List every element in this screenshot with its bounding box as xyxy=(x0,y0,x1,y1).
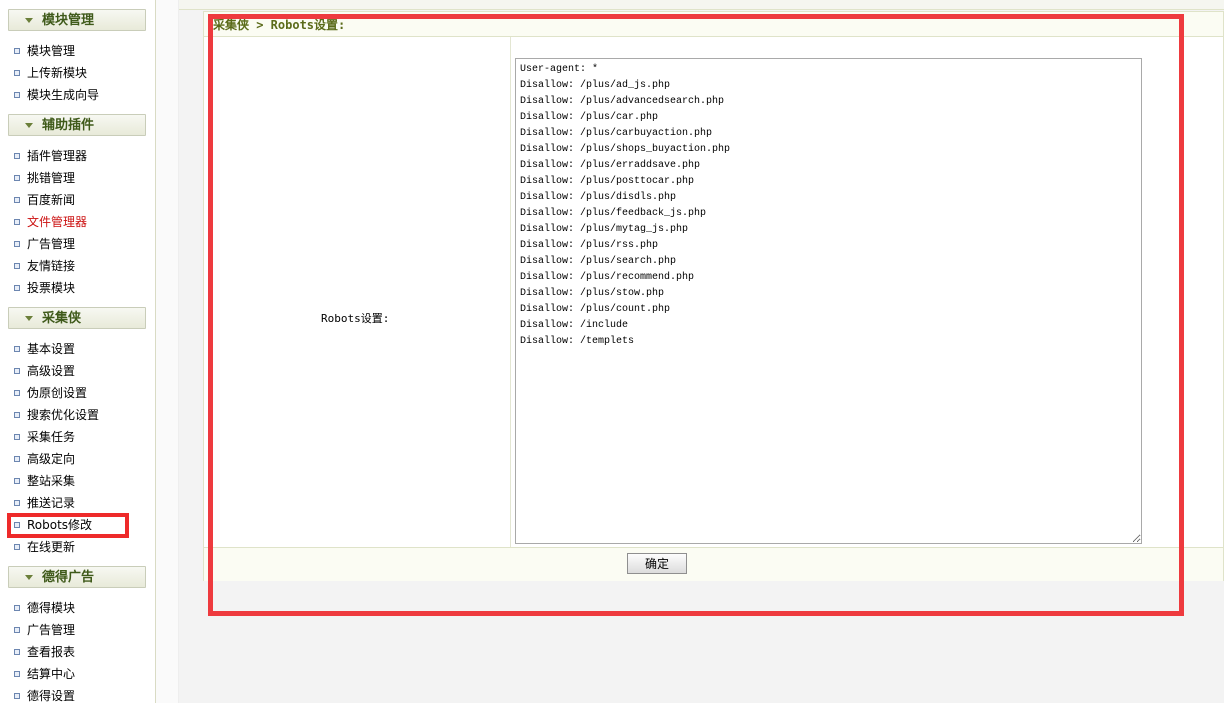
sidebar-item-view-reports[interactable]: 查看报表 xyxy=(14,643,75,661)
bullet-icon xyxy=(14,367,20,374)
bullet-icon xyxy=(14,196,20,203)
sidebar-item-plugin-manager[interactable]: 插件管理器 xyxy=(14,147,87,165)
sidebar-item-ad-management[interactable]: 广告管理 xyxy=(14,235,75,253)
bullet-icon xyxy=(14,604,20,611)
sidebar-item-upload-module[interactable]: 上传新模块 xyxy=(14,64,87,82)
bullet-icon xyxy=(14,648,20,655)
collapse-arrow-icon xyxy=(25,575,33,580)
bullet-icon xyxy=(14,543,20,550)
bullet-icon xyxy=(14,345,20,352)
section-header-dede-ads[interactable]: 德得广告 xyxy=(8,566,146,588)
bullet-icon xyxy=(14,389,20,396)
sidebar-item-vote-module[interactable]: 投票模块 xyxy=(14,279,75,297)
bullet-icon xyxy=(14,218,20,225)
sidebar: 模块管理 模块管理 上传新模块 模块生成向导 辅助插件 插件管理器 挑错管理 百… xyxy=(0,0,156,703)
sidebar-item-file-manager[interactable]: 文件管理器 xyxy=(14,213,87,231)
section-header-plugins[interactable]: 辅助插件 xyxy=(8,114,146,136)
robots-item-highlight-box xyxy=(7,513,129,538)
sidebar-item-friend-links[interactable]: 友情链接 xyxy=(14,257,75,275)
collapse-arrow-icon xyxy=(25,18,33,23)
bullet-icon xyxy=(14,499,20,506)
bullet-icon xyxy=(14,477,20,484)
bullet-icon xyxy=(14,433,20,440)
collapse-arrow-icon xyxy=(25,316,33,321)
sidebar-item-advanced-targeting[interactable]: 高级定向 xyxy=(14,450,75,468)
sidebar-item-baidu-news[interactable]: 百度新闻 xyxy=(14,191,75,209)
bullet-icon xyxy=(14,152,20,159)
bullet-icon xyxy=(14,284,20,291)
bullet-icon xyxy=(14,411,20,418)
bullet-icon xyxy=(14,692,20,699)
frame-gutter xyxy=(156,0,179,703)
sidebar-item-collect-tasks[interactable]: 采集任务 xyxy=(14,428,75,446)
sidebar-item-module-management[interactable]: 模块管理 xyxy=(14,42,75,60)
sidebar-item-settlement[interactable]: 结算中心 xyxy=(14,665,75,683)
section-title: 模块管理 xyxy=(42,13,95,28)
sidebar-item-pseudo-original[interactable]: 伪原创设置 xyxy=(14,384,87,402)
section-header-collector[interactable]: 采集侠 xyxy=(8,307,146,329)
collapse-arrow-icon xyxy=(25,123,33,128)
bullet-icon xyxy=(14,69,20,76)
bullet-icon xyxy=(14,262,20,269)
bullet-icon xyxy=(14,455,20,462)
sidebar-item-ad-management-2[interactable]: 广告管理 xyxy=(14,621,75,639)
sidebar-item-dede-module[interactable]: 德得模块 xyxy=(14,599,75,617)
sidebar-item-dede-settings[interactable]: 德得设置 xyxy=(14,687,75,705)
top-rule xyxy=(179,0,1224,10)
sidebar-item-online-update[interactable]: 在线更新 xyxy=(14,538,75,556)
sidebar-item-site-collect[interactable]: 整站采集 xyxy=(14,472,75,490)
sidebar-item-module-wizard[interactable]: 模块生成向导 xyxy=(14,86,99,104)
bullet-icon xyxy=(14,47,20,54)
bullet-icon xyxy=(14,240,20,247)
section-header-module-management[interactable]: 模块管理 xyxy=(8,9,146,31)
section-title: 辅助插件 xyxy=(42,118,95,133)
content-highlight-box xyxy=(208,14,1184,616)
bullet-icon xyxy=(14,91,20,98)
section-title: 采集侠 xyxy=(42,311,82,326)
bullet-icon xyxy=(14,626,20,633)
sidebar-item-push-records[interactable]: 推送记录 xyxy=(14,494,75,512)
sidebar-item-error-report[interactable]: 挑错管理 xyxy=(14,169,75,187)
sidebar-item-advanced-settings[interactable]: 高级设置 xyxy=(14,362,75,380)
bullet-icon xyxy=(14,174,20,181)
sidebar-item-seo-settings[interactable]: 搜索优化设置 xyxy=(14,406,99,424)
sidebar-item-basic-settings[interactable]: 基本设置 xyxy=(14,340,75,358)
section-title: 德得广告 xyxy=(42,570,95,585)
bullet-icon xyxy=(14,670,20,677)
